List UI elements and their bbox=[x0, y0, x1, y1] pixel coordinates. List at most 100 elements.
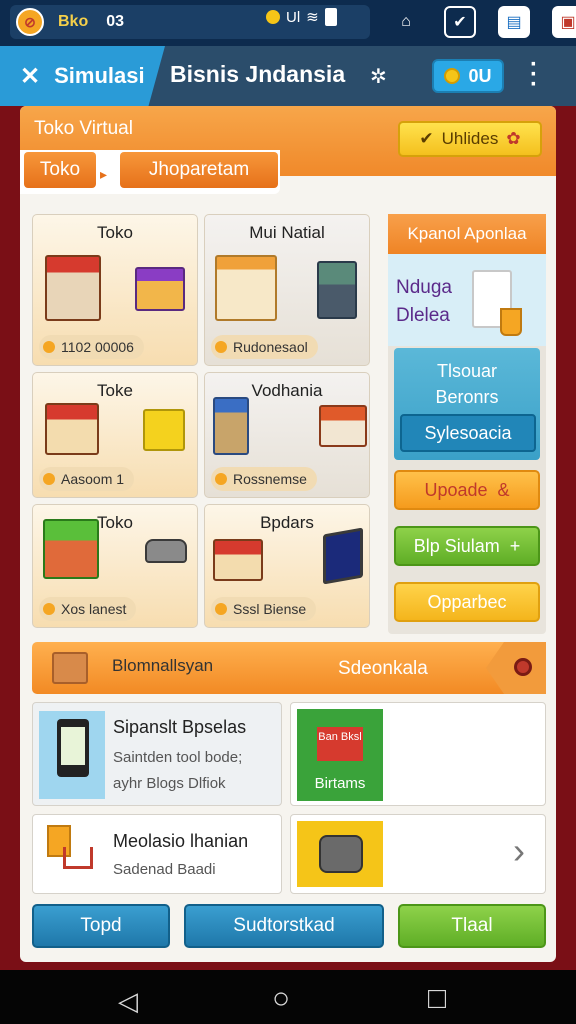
store-card[interactable]: Toke Aasoom 1 bbox=[32, 372, 198, 498]
cards-app-icon[interactable]: ▣ bbox=[552, 6, 576, 38]
store-card[interactable]: Mui Natial Rudonesaol bbox=[204, 214, 370, 366]
list-item-title: Sipanslt Bpselas bbox=[113, 717, 247, 737]
side-panel-header: Kpanol Aponlaa bbox=[388, 214, 546, 254]
signal-text: Ul bbox=[286, 8, 301, 26]
main-panel: Toko Virtual ✔ Uhlides ✿ Toko ▸ Jhoparet… bbox=[20, 106, 556, 962]
list-item-subtitle: Sadenad Baadi bbox=[113, 861, 216, 878]
list-item[interactable]: › bbox=[290, 814, 546, 894]
phone-icon bbox=[57, 719, 89, 777]
side-promo[interactable]: Nduga Dlelea bbox=[388, 254, 546, 346]
store-card-title: Toke bbox=[97, 381, 133, 400]
promo-thumb: Ban Bksl Birtams bbox=[297, 709, 383, 801]
kiosk-icon bbox=[143, 409, 185, 451]
section-bar[interactable]: Blomnallsyan Sdeonkala bbox=[32, 642, 546, 694]
list-item-subtitle: Saintden tool bode; ayhr Blogs Dlfiok bbox=[113, 749, 243, 792]
section-bar-left: Blomnallsyan bbox=[112, 656, 214, 675]
footer-button-topd[interactable]: Topd bbox=[32, 904, 170, 948]
footer-button-tlaal[interactable]: Tlaal bbox=[398, 904, 546, 948]
side-info-button[interactable]: Sylesoacia bbox=[400, 414, 536, 452]
gear-icon[interactable]: ✲ bbox=[370, 64, 387, 89]
store-card-title: Mui Natial bbox=[249, 223, 325, 242]
check-icon: ✔ bbox=[419, 129, 434, 148]
quick-apps: ⌂ ✔ ▤ ▣ bbox=[390, 6, 576, 38]
shelf-icon bbox=[215, 255, 277, 321]
footer-button-sudtorstkad[interactable]: Sudtorstkad bbox=[184, 904, 384, 948]
store-building-icon bbox=[45, 255, 101, 321]
store-card[interactable]: Bpdars Sssl Biense bbox=[204, 504, 370, 628]
store-card-pill: Rossnemse bbox=[211, 467, 317, 491]
nav-recent-icon[interactable]: □ bbox=[428, 982, 446, 1016]
panel-title: Toko Virtual bbox=[34, 118, 133, 139]
shelf-icon bbox=[213, 397, 249, 455]
panel-tabs: Toko ▸ Jhoparetam bbox=[20, 150, 280, 194]
phone-thumb bbox=[39, 711, 105, 799]
wifi-icon: ≋ bbox=[306, 9, 319, 26]
badge-icon: ✿ bbox=[506, 129, 521, 148]
options-button[interactable]: Opparbec bbox=[394, 582, 540, 622]
back-button[interactable]: ✕ Simulasi bbox=[0, 46, 165, 106]
panel-action-button[interactable]: ✔ Uhlides ✿ bbox=[398, 121, 542, 157]
store-card-pill: 1102 00006 bbox=[39, 335, 144, 359]
app-logo-icon: ⊘ bbox=[16, 8, 44, 36]
store-card[interactable]: Toko 1102 00006 bbox=[32, 214, 198, 366]
speaker-icon bbox=[319, 835, 363, 873]
device-thumb bbox=[297, 821, 383, 887]
store-building-icon bbox=[43, 519, 99, 579]
section-bar-right: Sdeonkala bbox=[338, 658, 428, 679]
market-stall-icon bbox=[135, 267, 185, 311]
system-nav-bar: ◁ ○ □ bbox=[0, 970, 576, 1024]
chevron-right-icon[interactable]: › bbox=[513, 831, 525, 871]
tab-jhoparetam[interactable]: Jhoparetam bbox=[120, 152, 278, 188]
store-building-icon bbox=[45, 403, 99, 455]
title-bar: ✕ Simulasi Bisnis Jndansia ✲ 0U · · · bbox=[0, 46, 576, 106]
store-card[interactable]: Vodhania Rossnemse bbox=[204, 372, 370, 498]
side-info-box: Tlsouar Beronrs Sylesoacia bbox=[394, 348, 540, 460]
shop-front-icon bbox=[319, 405, 367, 447]
tab-separator-icon: ▸ bbox=[100, 166, 108, 182]
simulate-button[interactable]: Blp Siulam + bbox=[394, 526, 540, 566]
sale-tag-icon: Ban Bksl bbox=[317, 727, 363, 761]
store-grid: Toko 1102 00006 Mui Natial Rudonesaol To… bbox=[32, 214, 378, 630]
list-item[interactable]: Ban Bksl Birtams bbox=[290, 702, 546, 806]
list-item[interactable]: Sipanslt Bpselas Saintden tool bode; ayh… bbox=[32, 702, 282, 806]
coin-icon bbox=[444, 68, 461, 84]
list-item[interactable]: Meolasio lhanian Sadenad Baadi bbox=[32, 814, 282, 894]
store-card-pill: Rudonesaol bbox=[211, 335, 318, 359]
coin-status-icon bbox=[266, 10, 280, 24]
store-card-title: Toko bbox=[97, 223, 133, 242]
section-chevron[interactable] bbox=[486, 642, 546, 694]
coin-value: 0U bbox=[468, 65, 492, 86]
checklist-app-icon[interactable]: ✔ bbox=[444, 6, 476, 38]
status-bar: ⊘ Bko 03 Ul ≋ ⌂ ✔ ▤ ▣ bbox=[0, 0, 576, 46]
promo-thumb-label: Birtams bbox=[314, 775, 366, 792]
home-app-icon[interactable]: ⌂ bbox=[390, 6, 422, 38]
document-app-icon[interactable]: ▤ bbox=[498, 6, 530, 38]
status-counter: 03 bbox=[106, 13, 125, 30]
tab-toko[interactable]: Toko bbox=[24, 152, 96, 188]
page-title: Bisnis Jndansia bbox=[170, 61, 346, 87]
side-info-text: Tlsouar Beronrs bbox=[435, 361, 499, 407]
back-arrow-icon: ✕ bbox=[20, 62, 41, 90]
store-card-pill: Aasoom 1 bbox=[39, 467, 135, 491]
list-item-title: Meolasio lhanian bbox=[113, 831, 249, 851]
nav-back-icon[interactable]: ◁ bbox=[118, 986, 138, 1017]
shop-front-icon bbox=[213, 539, 263, 581]
store-card-pill: Sssl Biense bbox=[211, 597, 317, 621]
upgrade-button[interactable]: Upoade & bbox=[394, 470, 540, 510]
store-card[interactable]: Toko Xos lanest bbox=[32, 504, 198, 628]
nav-home-icon[interactable]: ○ bbox=[272, 982, 290, 1016]
side-panel: Kpanol Aponlaa Nduga Dlelea Tlsouar Bero… bbox=[388, 214, 546, 634]
vending-machine-icon bbox=[317, 261, 357, 319]
drink-cup-icon bbox=[500, 308, 522, 336]
battery-icon bbox=[324, 8, 337, 26]
coin-balance-button[interactable]: 0U bbox=[432, 59, 504, 93]
back-label: Simulasi bbox=[54, 63, 145, 88]
store-box-icon bbox=[52, 652, 88, 684]
status-app-text: Bko bbox=[58, 13, 89, 30]
more-menu-icon[interactable]: · · · bbox=[524, 53, 544, 97]
shopping-cart-icon bbox=[47, 825, 95, 881]
pin-icon bbox=[514, 658, 532, 676]
status-signal: Ul ≋ bbox=[266, 8, 337, 26]
store-card-pill: Xos lanest bbox=[39, 597, 137, 621]
tablet-icon bbox=[323, 527, 363, 585]
